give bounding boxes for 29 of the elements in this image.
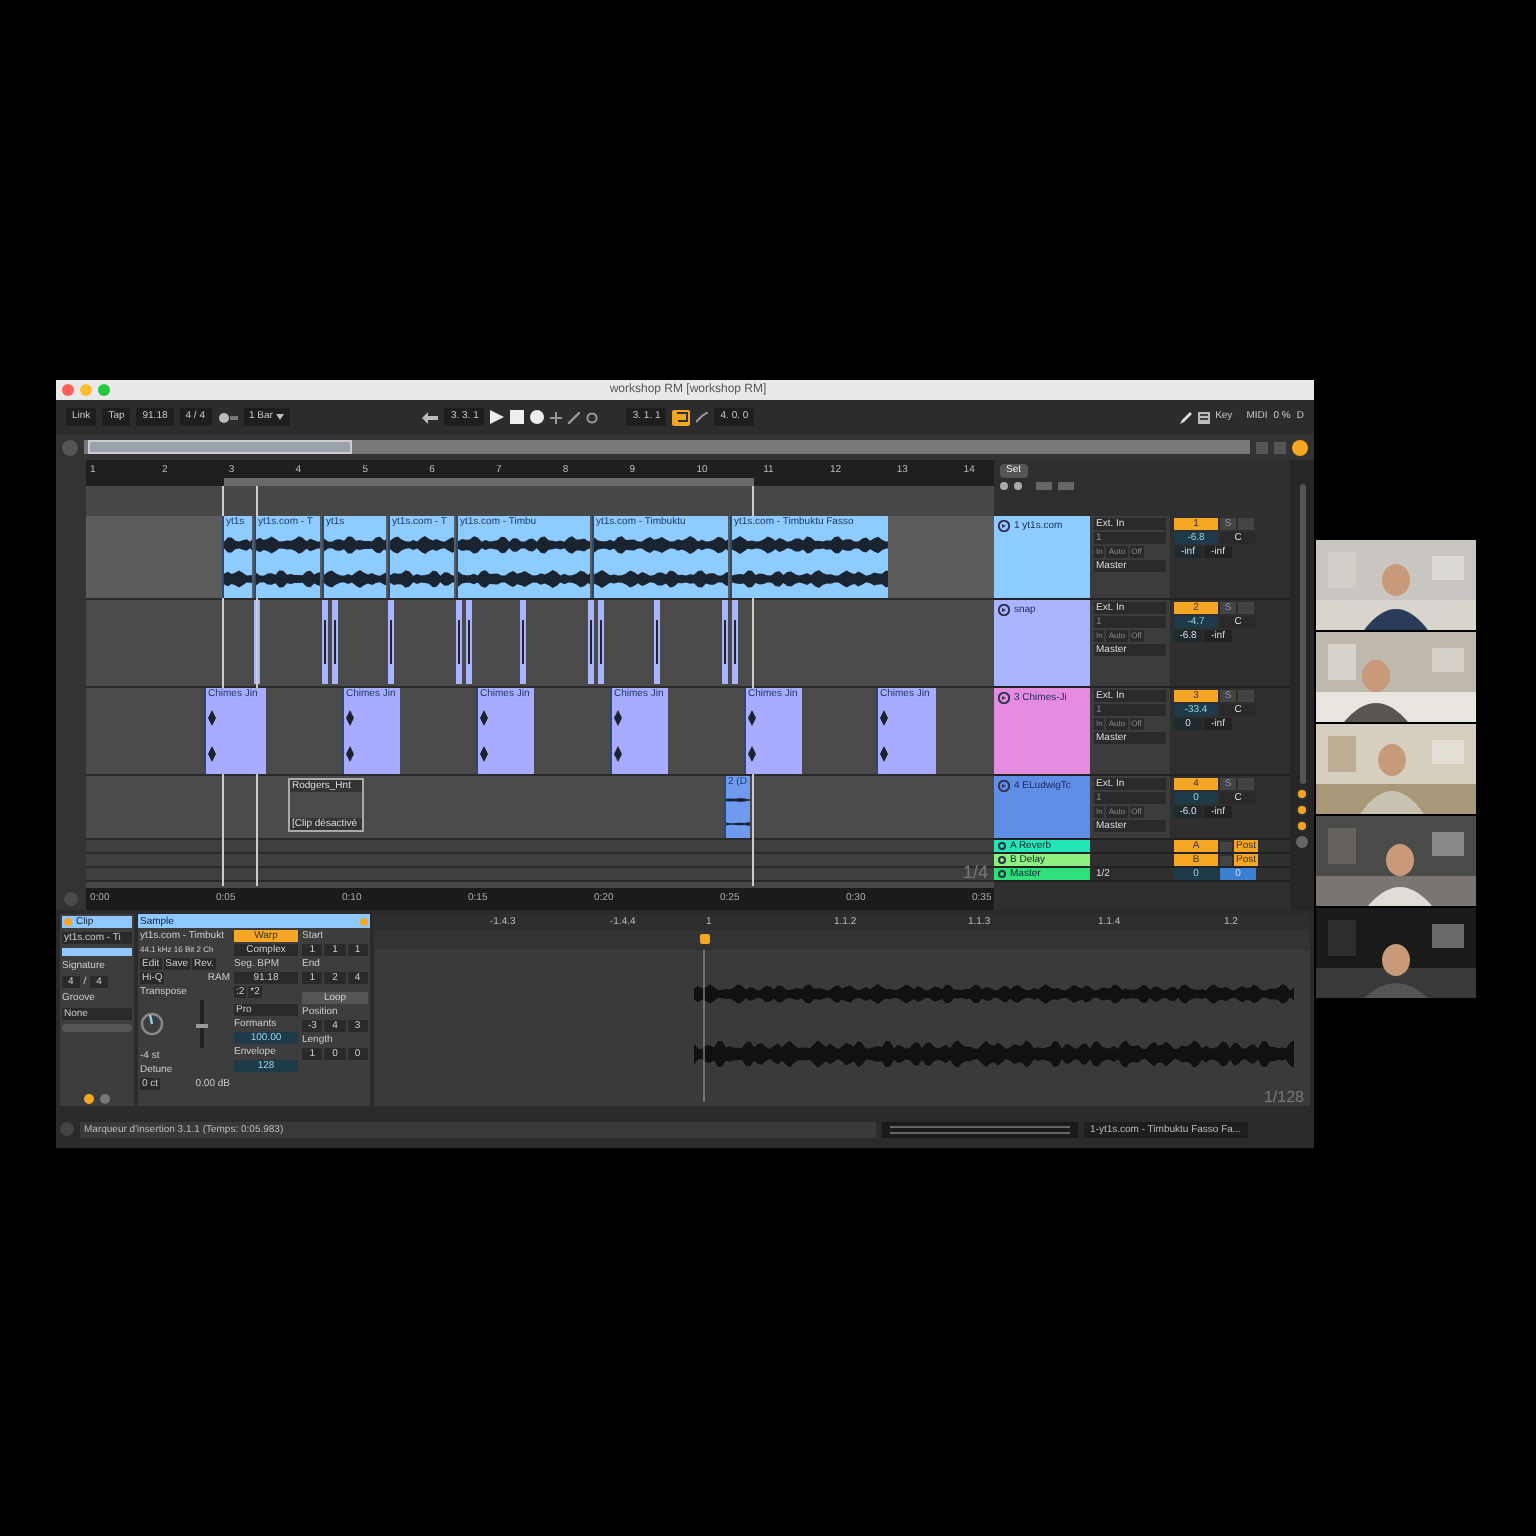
- fold-icon[interactable]: [998, 780, 1010, 792]
- play-icon[interactable]: [490, 410, 505, 424]
- zoom-level: 1/4: [962, 859, 988, 885]
- arrow-left-icon[interactable]: [422, 411, 439, 423]
- fold-icon[interactable]: [998, 520, 1010, 532]
- zoom-level: 1/128: [1263, 1092, 1304, 1104]
- metronome-icon[interactable]: [217, 411, 237, 423]
- activator-icon[interactable]: [84, 1094, 94, 1104]
- browser-toggle-button[interactable]: [1292, 439, 1308, 455]
- info-toggle-button[interactable]: [60, 1122, 74, 1136]
- keyboard-icon[interactable]: [1197, 411, 1210, 423]
- pencil-icon[interactable]: [1179, 411, 1192, 423]
- loop-icon: [675, 412, 688, 422]
- circle-icon[interactable]: [586, 411, 599, 423]
- punch-icon[interactable]: [696, 411, 709, 423]
- mini-waveform[interactable]: [882, 1121, 1078, 1137]
- draw-mode-icon[interactable]: [568, 411, 581, 423]
- start-marker[interactable]: [700, 934, 710, 944]
- loop-toggle[interactable]: [672, 409, 691, 425]
- caret-icon: [276, 414, 285, 420]
- transpose-knob[interactable]: [140, 1012, 164, 1036]
- stop-icon[interactable]: [510, 410, 525, 424]
- fold-icon[interactable]: [998, 604, 1010, 616]
- gain-slider-thumb[interactable]: [196, 1024, 208, 1029]
- fold-icon[interactable]: [998, 692, 1010, 704]
- overview-strip[interactable]: [84, 440, 1250, 454]
- record-icon[interactable]: [530, 410, 545, 424]
- plus-icon[interactable]: [550, 411, 563, 423]
- clip-color-swatch[interactable]: [62, 948, 132, 956]
